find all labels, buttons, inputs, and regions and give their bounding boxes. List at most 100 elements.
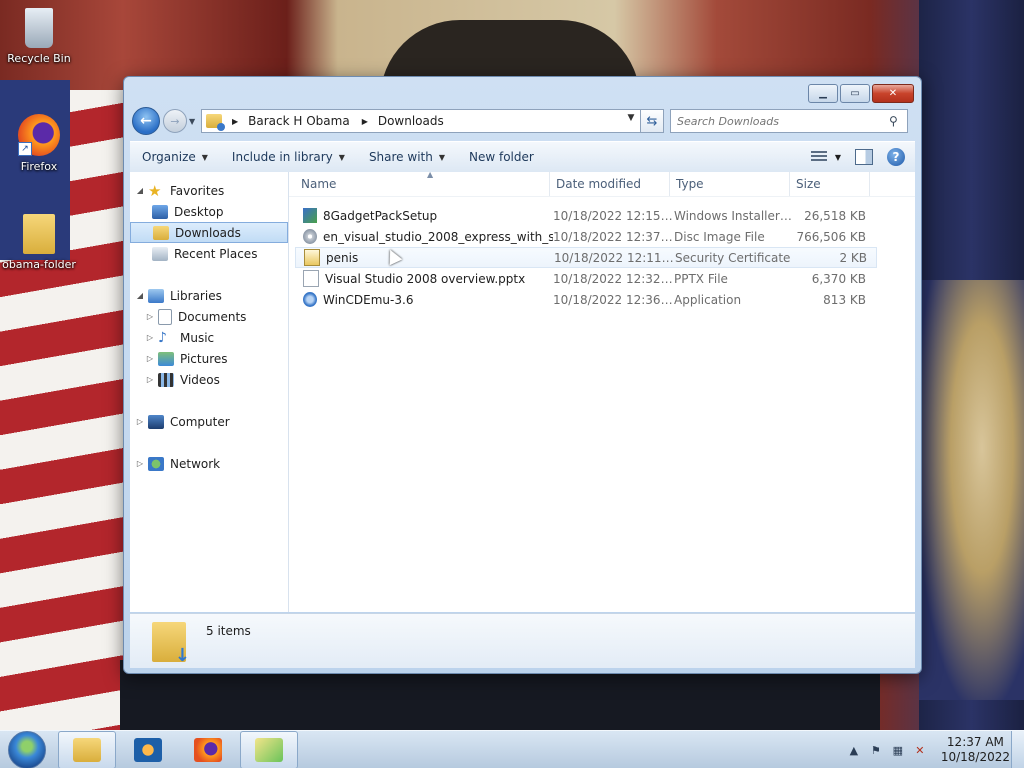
desktop-icon-recycle-bin[interactable]: Recycle Bin bbox=[0, 8, 78, 65]
nav-item-recent-places[interactable]: Recent Places bbox=[130, 243, 288, 264]
file-row[interactable]: WinCDEmu-3.6 10/18/2022 12:36 ... Applic… bbox=[295, 289, 875, 310]
forward-button[interactable]: → bbox=[163, 109, 187, 133]
file-date: 10/18/2022 12:11 ... bbox=[554, 250, 675, 265]
file-size: 813 KB bbox=[823, 292, 866, 307]
details-pane: 5 items bbox=[130, 613, 915, 668]
change-view-button[interactable]: ▼ bbox=[810, 151, 841, 163]
explorer-window: ▁ ▭ ✕ ← → ▼ ▶ Barack H Obama ▶ Downloads… bbox=[123, 76, 922, 674]
expand-arrow-icon[interactable]: ▷ bbox=[134, 417, 146, 426]
maximize-button[interactable]: ▭ bbox=[840, 84, 870, 103]
breadcrumb-item-downloads[interactable]: Downloads bbox=[378, 114, 444, 128]
gadgets-icon bbox=[255, 738, 283, 762]
show-desktop-button[interactable] bbox=[1011, 731, 1024, 768]
file-row[interactable]: penis 10/18/2022 12:11 ... Security Cert… bbox=[295, 247, 877, 268]
nav-item-desktop[interactable]: Desktop bbox=[130, 201, 288, 222]
show-hidden-icons-button[interactable]: ▲ bbox=[847, 744, 861, 757]
chevron-down-icon: ▼ bbox=[201, 152, 208, 162]
new-folder-label: New folder bbox=[469, 150, 534, 164]
search-icon[interactable]: ⚲ bbox=[889, 114, 907, 128]
file-row[interactable]: en_visual_studio_2008_express_with_servi… bbox=[295, 226, 875, 247]
search-box[interactable]: ⚲ bbox=[670, 109, 908, 133]
back-button[interactable]: ← bbox=[132, 107, 160, 135]
taskbar-gadgets-button[interactable] bbox=[240, 731, 298, 768]
recent-places-icon bbox=[152, 246, 168, 261]
command-bar: Organize ▼ Include in library ▼ Share with… bbox=[130, 141, 915, 173]
nav-label: Libraries bbox=[170, 288, 222, 303]
column-headers: ▲ Name Date modified Type Size bbox=[289, 170, 915, 197]
refresh-button[interactable]: ⇆ bbox=[641, 109, 664, 133]
nav-item-downloads[interactable]: Downloads bbox=[130, 222, 288, 243]
desktop-icon-firefox[interactable]: ↗ Firefox bbox=[0, 114, 78, 173]
breadcrumb-separator-icon: ▶ bbox=[232, 116, 239, 126]
column-header-name[interactable]: ▲ Name bbox=[289, 170, 550, 196]
column-label: Name bbox=[301, 177, 337, 191]
nav-favorites[interactable]: ◢ ★ Favorites bbox=[130, 180, 288, 201]
chevron-down-icon: ▼ bbox=[438, 152, 445, 162]
breadcrumb-item-user[interactable]: Barack H Obama bbox=[248, 114, 350, 128]
expand-arrow-icon[interactable]: ▷ bbox=[144, 375, 156, 384]
file-list: ▲ Name Date modified Type Size 8GadgetPac… bbox=[289, 170, 915, 612]
documents-icon bbox=[158, 308, 172, 325]
nav-label: Recent Places bbox=[174, 246, 258, 261]
address-bar[interactable]: ▶ Barack H Obama ▶ Downloads ▼ bbox=[201, 109, 641, 133]
nav-label: Downloads bbox=[175, 225, 241, 240]
minimize-button[interactable]: ▁ bbox=[808, 84, 838, 103]
taskbar-media-player-button[interactable] bbox=[120, 732, 176, 768]
organize-menu[interactable]: Organize ▼ bbox=[130, 150, 220, 164]
breadcrumb: ▶ Barack H Obama ▶ Downloads bbox=[226, 114, 444, 128]
search-input[interactable] bbox=[671, 113, 889, 129]
arrow-left-icon: ← bbox=[140, 113, 152, 129]
clock[interactable]: 12:37 AM 10/18/2022 bbox=[941, 735, 1010, 765]
expand-arrow-icon[interactable]: ▷ bbox=[144, 354, 156, 363]
include-in-library-menu[interactable]: Include in library ▼ bbox=[220, 150, 357, 164]
recent-pages-button[interactable]: ▼ bbox=[189, 117, 199, 126]
taskbar-firefox-button[interactable] bbox=[180, 732, 236, 768]
nav-network[interactable]: ▷ Network bbox=[130, 453, 288, 474]
nav-libraries[interactable]: ◢ Libraries bbox=[130, 285, 288, 306]
new-folder-button[interactable]: New folder bbox=[457, 150, 546, 164]
expand-arrow-icon[interactable]: ▷ bbox=[144, 312, 156, 321]
window-controls: ▁ ▭ ✕ bbox=[808, 84, 914, 103]
application-icon bbox=[303, 292, 317, 307]
close-button[interactable]: ✕ bbox=[872, 84, 914, 103]
collapse-arrow-icon[interactable]: ◢ bbox=[134, 186, 146, 195]
column-header-type[interactable]: Type bbox=[670, 172, 790, 196]
seal-decoration bbox=[919, 280, 1024, 700]
nav-computer[interactable]: ▷ Computer bbox=[130, 411, 288, 432]
column-header-date[interactable]: Date modified bbox=[550, 172, 670, 196]
view-controls: ▼ ? bbox=[810, 148, 915, 166]
help-button[interactable]: ? bbox=[887, 148, 905, 166]
share-with-label: Share with bbox=[368, 150, 433, 164]
taskbar-explorer-button[interactable] bbox=[58, 731, 116, 768]
chevron-down-icon: ▼ bbox=[189, 116, 196, 126]
file-size: 6,370 KB bbox=[811, 271, 866, 286]
volume-muted-icon[interactable]: ✕ bbox=[913, 744, 927, 757]
disc-image-icon bbox=[303, 229, 317, 244]
collapse-arrow-icon[interactable]: ◢ bbox=[134, 291, 146, 300]
nav-item-videos[interactable]: ▷ Videos bbox=[130, 369, 288, 390]
share-with-menu[interactable]: Share with ▼ bbox=[357, 150, 457, 164]
column-header-size[interactable]: Size bbox=[790, 172, 870, 196]
nav-item-music[interactable]: ▷ ♪ Music bbox=[130, 327, 288, 348]
nav-item-pictures[interactable]: ▷ Pictures bbox=[130, 348, 288, 369]
expand-arrow-icon[interactable]: ▷ bbox=[134, 459, 146, 468]
nav-item-documents[interactable]: ▷ Documents bbox=[130, 306, 288, 327]
desktop-icon bbox=[152, 204, 168, 219]
file-row[interactable]: Visual Studio 2008 overview.pptx 10/18/2… bbox=[295, 268, 875, 289]
file-name: en_visual_studio_2008_express_with_servi… bbox=[323, 229, 553, 244]
column-label: Date modified bbox=[556, 177, 642, 191]
desktop-icon-obama-folder[interactable]: obama-folder bbox=[0, 214, 78, 271]
msi-icon bbox=[303, 208, 317, 223]
preview-pane-button[interactable] bbox=[855, 149, 873, 165]
file-row[interactable]: 8GadgetPackSetup 10/18/2022 12:15 ... Wi… bbox=[295, 205, 875, 226]
taskbar: ▲ ⚑ ▦ ✕ 12:37 AM 10/18/2022 bbox=[0, 730, 1024, 768]
file-date: 10/18/2022 12:15 ... bbox=[553, 208, 674, 223]
address-dropdown-button[interactable]: ▼ bbox=[624, 113, 638, 123]
computer-icon bbox=[148, 414, 164, 429]
column-label: Size bbox=[796, 177, 821, 191]
action-center-flag-icon[interactable]: ⚑ bbox=[869, 744, 883, 757]
file-date: 10/18/2022 12:36 ... bbox=[553, 292, 674, 307]
network-status-icon[interactable]: ▦ bbox=[891, 744, 905, 757]
start-button[interactable] bbox=[8, 731, 46, 768]
expand-arrow-icon[interactable]: ▷ bbox=[144, 333, 156, 342]
